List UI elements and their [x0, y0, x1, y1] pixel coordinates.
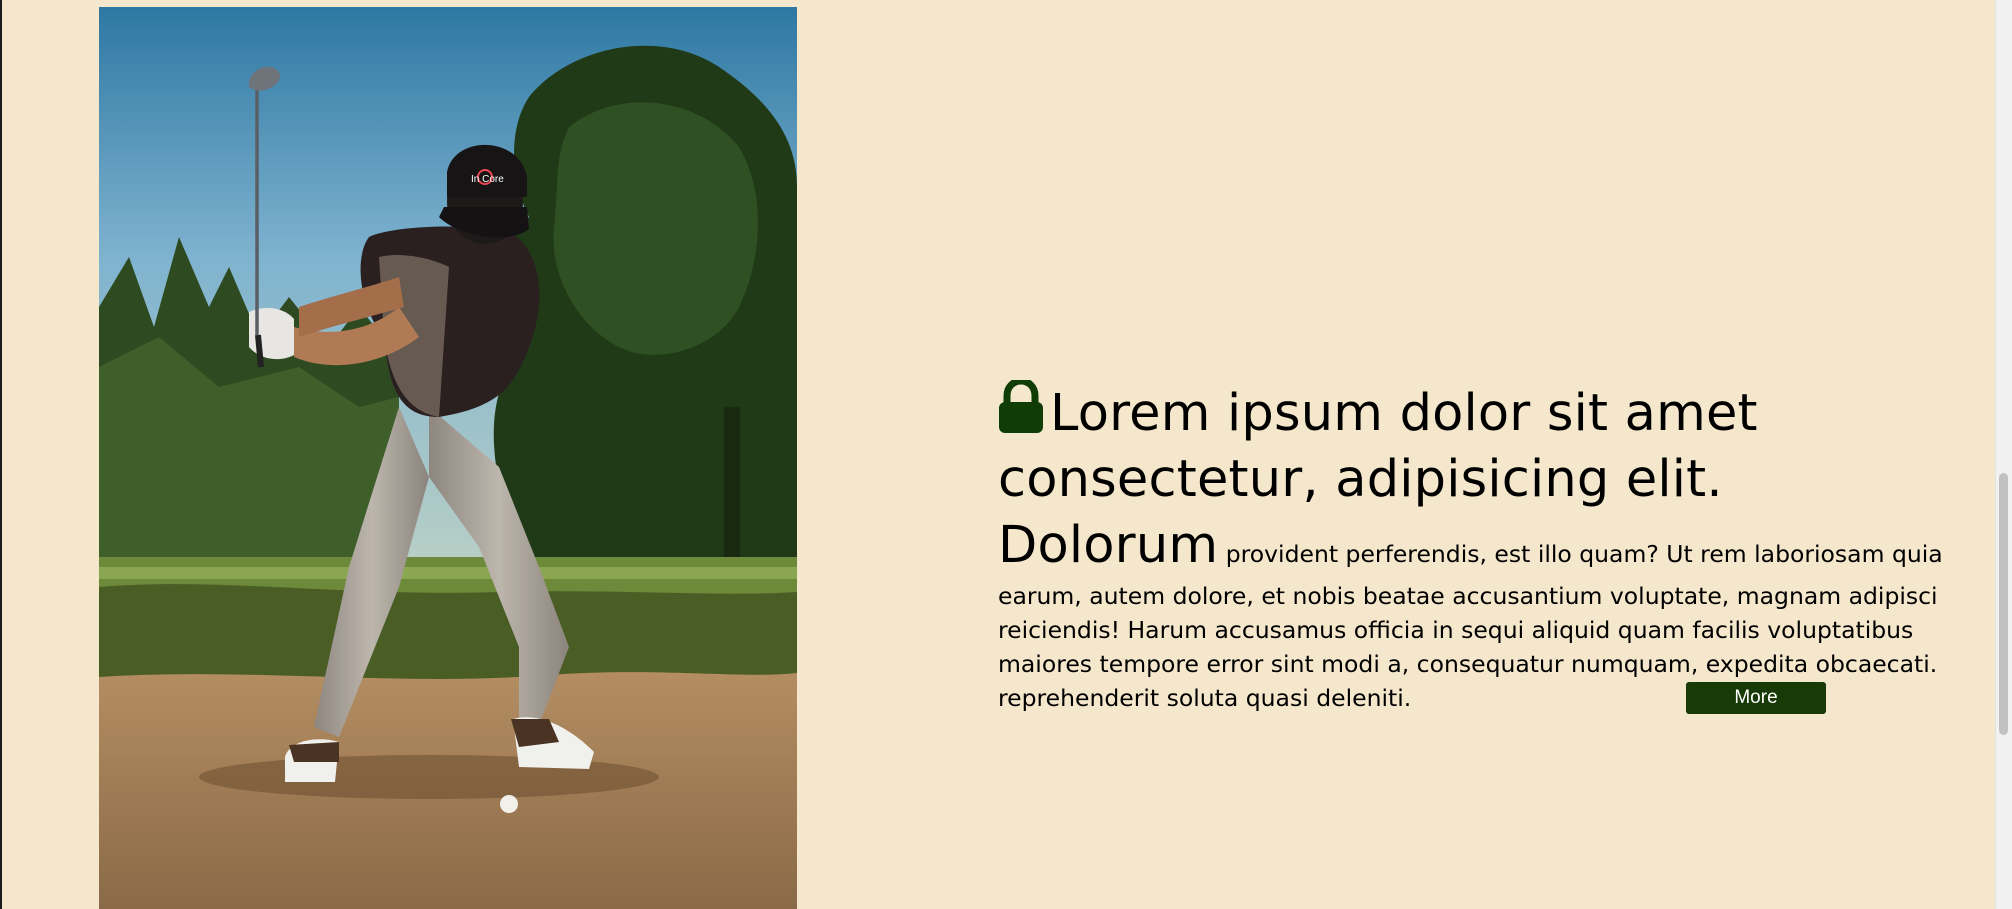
cap-logo-text: In Core [471, 174, 504, 185]
feature-section: Lorem ipsum dolor sit amet consectetur, … [998, 377, 1943, 715]
more-button-wrapper: More [1686, 682, 1826, 714]
scrollbar-thumb[interactable] [1999, 473, 2008, 735]
page: In Core Lorem ipsum dolor sit amet conse… [0, 0, 2012, 909]
hero-photo: In Core [99, 7, 797, 909]
lock-icon [998, 377, 1044, 443]
feature-text: Lorem ipsum dolor sit amet consectetur, … [998, 377, 1943, 715]
viewport-edge [0, 0, 2, 909]
vertical-scrollbar[interactable] [1995, 0, 2012, 909]
more-button[interactable]: More [1686, 682, 1826, 714]
